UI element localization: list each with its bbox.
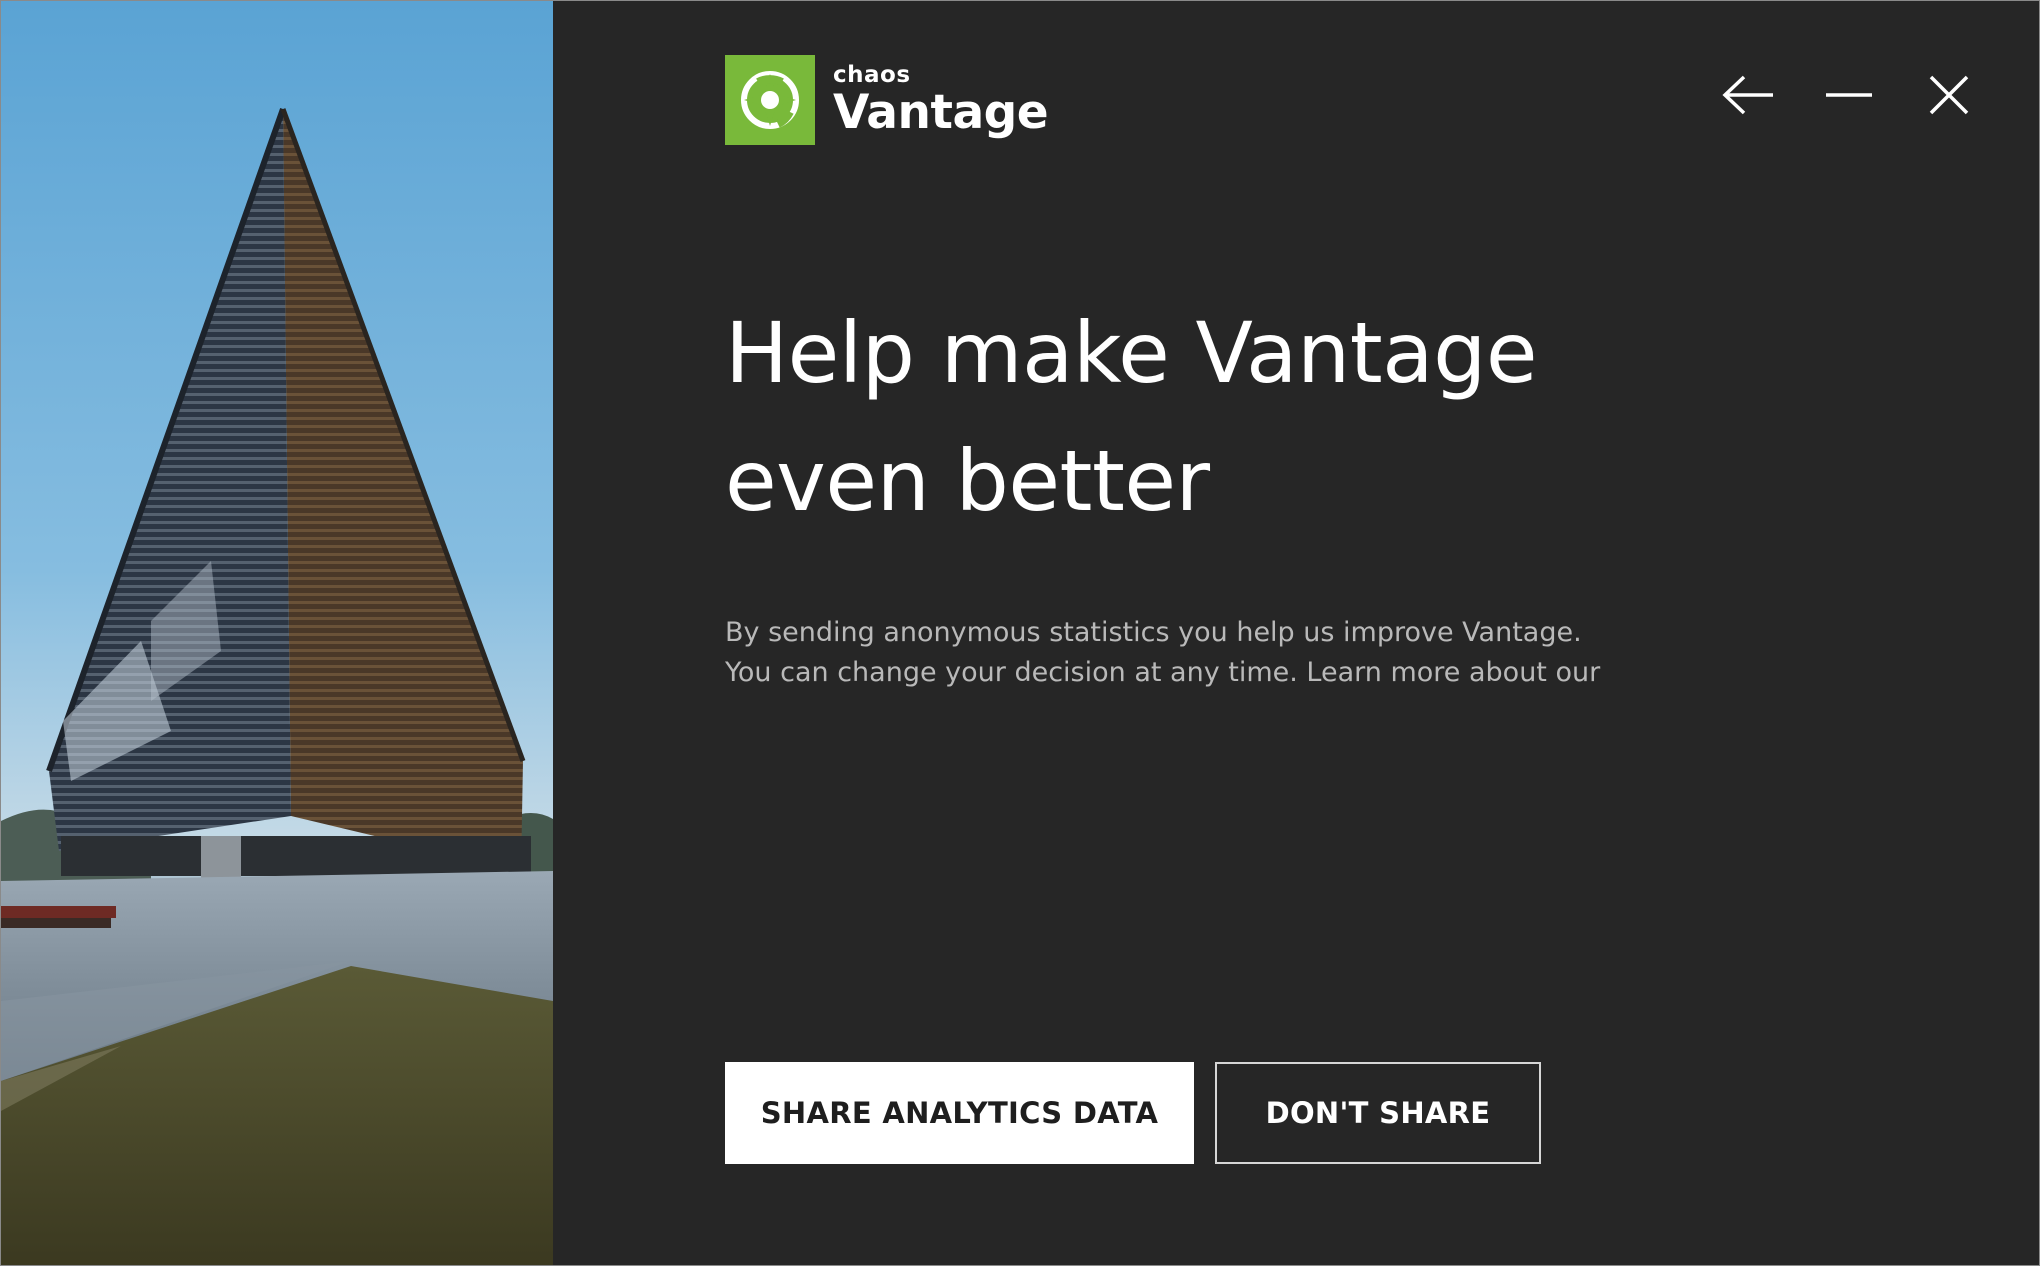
description-line-1: By sending anonymous statistics you help… [725, 617, 1582, 648]
headline-line-1: Help make Vantage [725, 304, 1538, 402]
minimize-button[interactable] [1821, 67, 1877, 123]
analytics-consent-window: chaos Vantage Help make Vantage even bet… [0, 0, 2040, 1266]
minimize-icon [1826, 93, 1872, 97]
headline-line-2: even better [725, 432, 1210, 530]
vantage-logo: chaos Vantage [725, 55, 1049, 145]
dont-share-button[interactable]: DON'T SHARE [1215, 1062, 1541, 1164]
share-analytics-button[interactable]: SHARE ANALYTICS DATA [725, 1062, 1194, 1164]
close-button[interactable] [1921, 67, 1977, 123]
logo-brand-small: chaos [833, 62, 911, 88]
analytics-description: By sending anonymous statistics you help… [725, 613, 1625, 693]
logo-brand-name: Vantage [833, 85, 1049, 140]
building-render-image [1, 1, 553, 1265]
logo-wordmark: chaos Vantage [833, 62, 1049, 140]
back-button[interactable] [1721, 67, 1777, 123]
page-title: Help make Vantage even better [725, 289, 1725, 545]
chaos-logo-icon [725, 55, 815, 145]
arrow-left-icon [1722, 75, 1773, 115]
close-icon [1929, 75, 1969, 115]
description-line-2: You can change your decision at any time… [725, 657, 1601, 688]
window-controls [1721, 67, 1977, 123]
